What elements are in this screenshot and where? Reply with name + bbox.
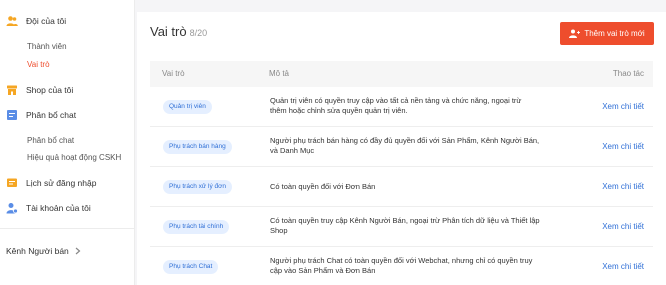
login-history-icon: [7, 178, 17, 187]
role-count: 8/20: [189, 28, 208, 38]
team-icon: [6, 16, 18, 26]
role-badge: Phụ trách Chat: [163, 260, 219, 274]
sidebar-item-chat[interactable]: Phân bổ chat: [26, 110, 76, 120]
sidebar-item-login-history[interactable]: Lịch sử đăng nhập: [26, 178, 96, 188]
sidebar: Đội của tôi Thành viên Vai trò Shop của …: [0, 0, 135, 285]
role-badge: Quản trị viên: [163, 100, 212, 114]
roles-table: Vai trò Mô tả Thao tác Quản trị viên Quả…: [150, 61, 653, 285]
role-description: Có toàn quyền truy cập Kênh Người Bán, n…: [270, 216, 540, 235]
role-badge: Phụ trách tài chính: [163, 220, 230, 234]
chevron-right-icon: [75, 247, 81, 255]
column-header-role: Vai trò: [162, 69, 185, 78]
sidebar-item-shop[interactable]: Shop của tôi: [26, 85, 73, 95]
view-details-link[interactable]: Xem chi tiết: [602, 262, 644, 271]
view-details-link[interactable]: Xem chi tiết: [602, 182, 644, 191]
add-role-button[interactable]: Thêm vai trò mới: [560, 22, 654, 45]
sidebar-item-members[interactable]: Thành viên: [27, 42, 67, 51]
sidebar-item-chat-assignment[interactable]: Phân bổ chat: [27, 136, 74, 145]
table-row: Phụ trách xử lý đơn Có toàn quyền đối vớ…: [150, 167, 653, 207]
role-description: Người phụ trách Chat có toàn quyền đối v…: [270, 256, 533, 275]
table-header: Vai trò Mô tả Thao tác: [150, 61, 653, 87]
sidebar-item-cs-performance[interactable]: Hiệu quả hoạt động CSKH: [27, 153, 121, 162]
shop-icon: [7, 85, 17, 95]
role-badge: Phụ trách xử lý đơn: [163, 180, 233, 194]
table-row: Phụ trách tài chính Có toàn quyền truy c…: [150, 207, 653, 247]
seller-channel-label: Kênh Người bán: [6, 246, 69, 256]
view-details-link[interactable]: Xem chi tiết: [602, 222, 644, 231]
role-description: Có toàn quyền đối với Đơn Bán: [270, 182, 376, 191]
role-badge: Phụ trách bán hàng: [163, 140, 232, 154]
table-row: Phụ trách bán hàng Người phụ trách bán h…: [150, 127, 653, 167]
sidebar-divider: [0, 228, 135, 229]
sidebar-item-account[interactable]: Tài khoản của tôi: [26, 203, 91, 213]
add-user-icon: [569, 29, 581, 38]
column-header-description: Mô tả: [269, 69, 290, 78]
account-icon: [6, 203, 18, 214]
table-row: Phụ trách Chat Người phụ trách Chat có t…: [150, 247, 653, 285]
table-row: Quản trị viên Quản trị viên có quyền tru…: [150, 87, 653, 127]
page-header: Vai trò 8/20: [150, 24, 207, 39]
view-details-link[interactable]: Xem chi tiết: [602, 102, 644, 111]
sidebar-item-roles[interactable]: Vai trò: [27, 60, 50, 69]
roles-panel: Vai trò 8/20 Thêm vai trò mới Vai trò Mô…: [137, 12, 666, 285]
role-description: Quản trị viên có quyền truy cập vào tất …: [270, 96, 522, 115]
column-header-actions: Thao tác: [612, 69, 644, 78]
chat-assignment-icon: [7, 110, 17, 120]
view-details-link[interactable]: Xem chi tiết: [602, 142, 644, 151]
role-description: Người phụ trách bán hàng có đầy đủ quyền…: [270, 136, 540, 155]
page-title: Vai trò: [150, 24, 187, 39]
seller-channel-link[interactable]: Kênh Người bán: [6, 246, 81, 256]
add-role-label: Thêm vai trò mới: [584, 29, 645, 38]
sidebar-item-team[interactable]: Đội của tôi: [26, 16, 66, 26]
